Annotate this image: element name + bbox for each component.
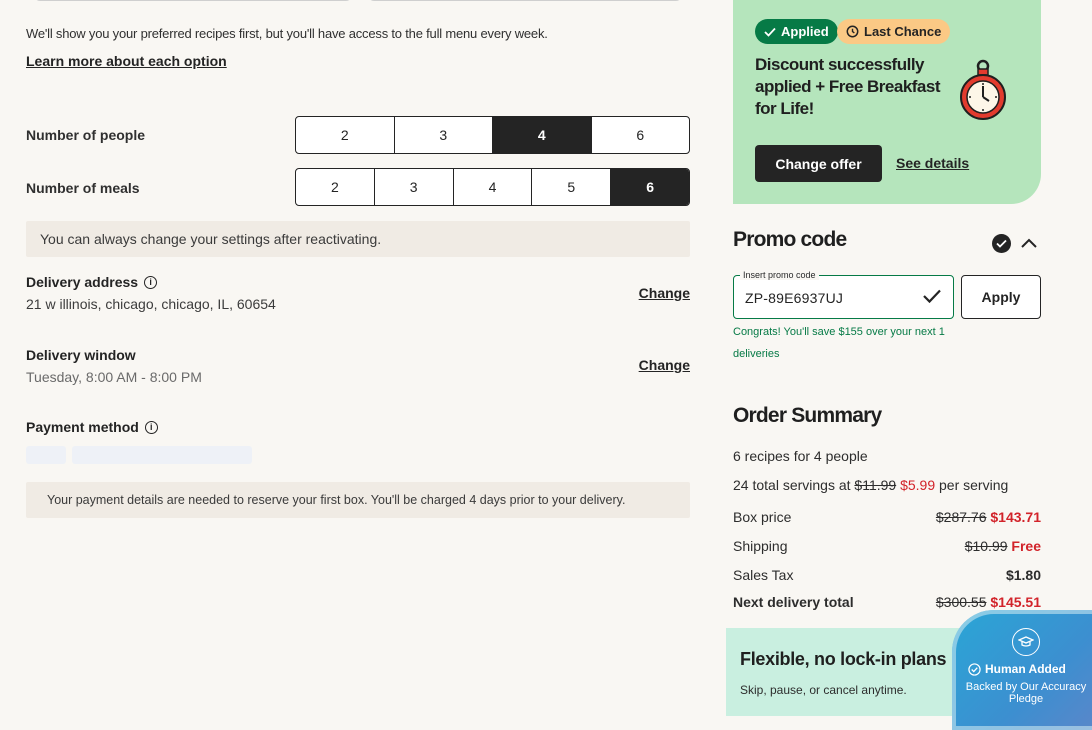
box-price-new: $143.71 [990,509,1041,525]
flexible-plans-title: Flexible, no lock-in plans [740,649,947,669]
recipes-count-line: 6 recipes for 4 people [733,448,868,464]
pledge-subtext: Backed by Our Accuracy Pledge [965,681,1087,705]
delivery-window-value: Tuesday, 8:00 AM - 8:00 PM [26,369,202,385]
shipping-label: Shipping [733,538,788,554]
delivery-address-title: Delivery address i [26,274,158,290]
check-circle-icon [968,662,981,676]
sales-tax-label: Sales Tax [733,567,794,583]
delivery-total-old: $300.55 [935,594,987,610]
flexible-plans-subtitle: Skip, pause, or cancel anytime. [740,683,907,697]
clock-icon [846,25,859,38]
people-option-6[interactable]: 6 [590,117,690,153]
graduation-cap-icon [1012,628,1040,656]
servings-prefix: 24 total servings at [733,477,851,493]
info-icon[interactable]: i [144,275,158,289]
payment-method-title: Payment method i [26,419,158,435]
meals-option-5[interactable]: 5 [531,169,610,205]
servings-suffix: per serving [939,477,1009,493]
payment-notice: Your payment details are needed to reser… [26,482,690,518]
delivery-window-title: Delivery window [26,347,136,363]
preferences-intro-text: We'll show you your preferred recipes fi… [26,26,548,41]
see-details-link[interactable]: See details [896,155,969,171]
people-option-3[interactable]: 3 [393,117,493,153]
box-price-old: $287.76 [935,509,987,525]
shipping-old: $10.99 [964,538,1008,554]
number-of-meals-label: Number of meals [26,180,140,196]
promo-success-message: Congrats! You'll save $155 over your nex… [733,326,945,360]
servings-line: 24 total servings at $11.99 $5.99 per se… [733,477,1008,493]
apply-promo-button[interactable]: Apply [961,275,1041,319]
shipping-new: Free [1011,538,1041,554]
pledge-main-text: Human Added [985,662,1066,676]
sales-tax-value: $1.80 [1005,567,1041,583]
box-price-row: Box price $287.76 $143.71 [733,509,1041,525]
delivery-address-title-text: Delivery address [26,274,139,290]
settings-notice: You can always change your settings afte… [26,221,690,257]
stopwatch-icon [960,59,1006,120]
info-icon[interactable]: i [144,420,158,434]
previous-field-bottom-left [34,0,352,1]
meals-option-2[interactable]: 2 [296,169,374,205]
payment-details-placeholder[interactable] [72,446,252,464]
order-summary-title: Order Summary [733,404,882,427]
delivery-total-label: Next delivery total [733,594,854,610]
number-of-people-selector: 2 3 4 6 [295,116,690,154]
box-price-label: Box price [733,509,792,525]
delivery-total-row: Next delivery total $300.55 $145.51 [733,594,1041,610]
promo-code-field-label: Insert promo code [740,270,819,280]
meals-option-3[interactable]: 3 [373,169,453,205]
chevron-up-icon[interactable] [1020,236,1038,250]
pledge-main: Human Added [968,662,1066,676]
servings-new-price: $5.99 [900,477,936,493]
shipping-row: Shipping $10.99 Free [733,538,1041,554]
previous-field-bottom-right [368,0,682,1]
applied-badge: Applied [755,19,838,44]
meals-option-4[interactable]: 4 [452,169,532,205]
change-address-link[interactable]: Change [639,285,690,301]
offer-title: Discount successfully applied + Free Bre… [755,55,941,118]
number-of-meals-selector: 2 3 4 5 6 [295,168,690,206]
learn-more-link[interactable]: Learn more about each option [26,53,227,69]
check-icon [764,27,776,37]
servings-old-price: $11.99 [854,477,897,493]
number-of-people-label: Number of people [26,127,146,143]
change-offer-button[interactable]: Change offer [755,145,882,182]
delivery-total-new: $145.51 [990,594,1041,610]
check-icon [923,289,941,304]
applied-badge-text: Applied [781,24,829,39]
people-option-2[interactable]: 2 [296,117,394,153]
payment-card-placeholder[interactable] [26,446,66,464]
check-circle-icon [992,234,1011,253]
sales-tax-row: Sales Tax $1.80 [733,567,1041,583]
people-option-4[interactable]: 4 [492,117,591,153]
delivery-address-value: 21 w illinois, chicago, chicago, IL, 606… [26,296,276,312]
last-chance-badge-text: Last Chance [864,24,942,39]
promo-code-title: Promo code [733,228,847,251]
promo-code-value[interactable]: ZP-89E6937UJ [745,290,843,306]
last-chance-badge: Last Chance [837,19,951,44]
meals-option-6[interactable]: 6 [610,169,689,205]
change-delivery-window-link[interactable]: Change [639,357,690,373]
payment-method-title-text: Payment method [26,419,139,435]
